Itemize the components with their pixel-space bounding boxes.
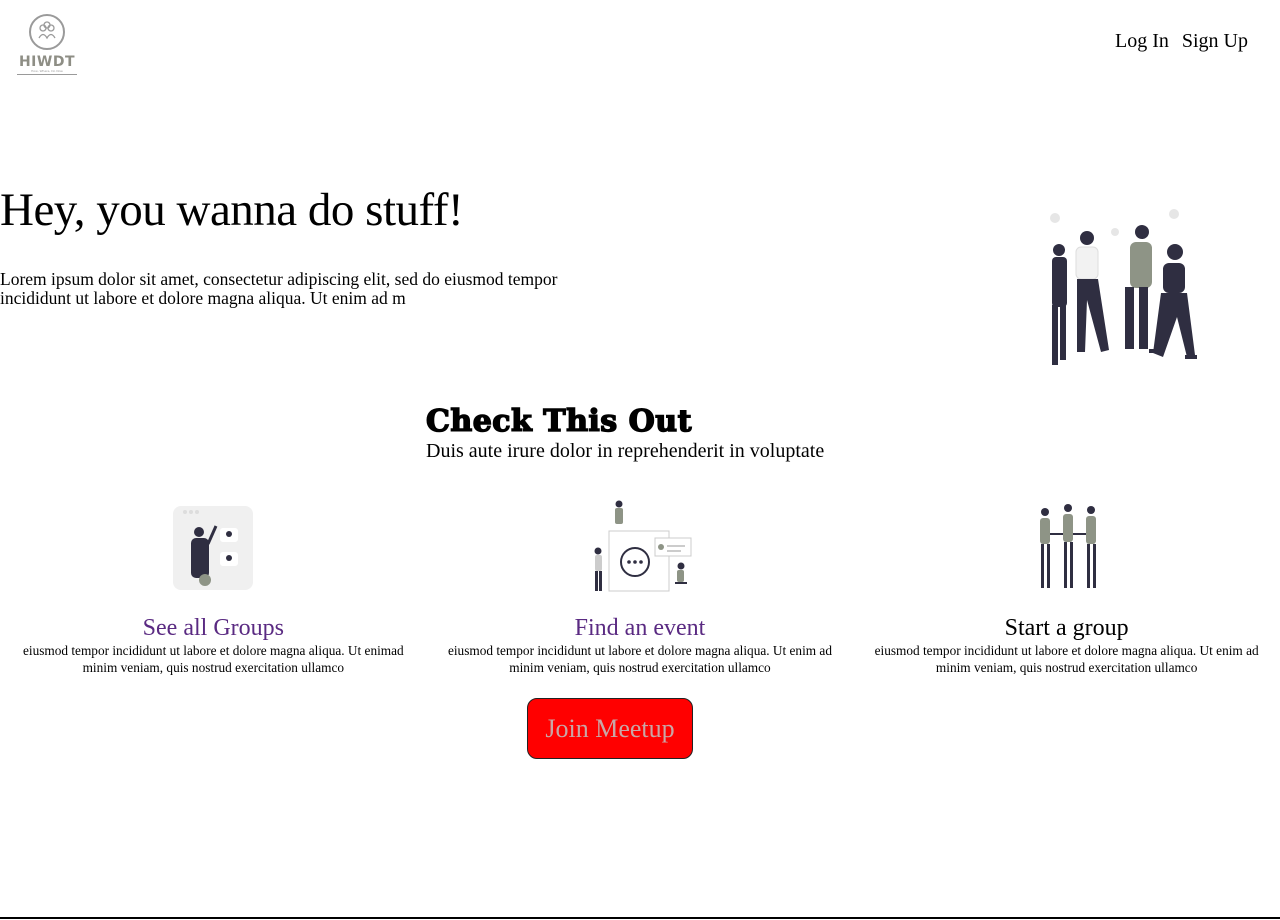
start-group-title[interactable]: Start a group	[1005, 614, 1129, 642]
card-see-groups: See all Groups eiusmod tempor incididunt…	[0, 496, 427, 676]
card-text: eiusmod tempor incididunt ut labore et d…	[874, 643, 1259, 675]
hero-text: Lorem ipsum dolor sit amet, consectetur …	[0, 269, 558, 308]
brand-name: HIWDT	[18, 54, 76, 70]
card-text: eiusmod tempor incididunt ut labore et d…	[447, 643, 832, 675]
card-find-event: Find an event eiusmod tempor incididunt …	[427, 496, 854, 676]
section-title: Check This Out	[425, 403, 692, 440]
find-event-link[interactable]: Find an event	[575, 614, 706, 642]
hero-title: Hey, you wanna do stuff!	[0, 184, 464, 236]
logo-people-icon	[29, 14, 65, 50]
brand-logo[interactable]: HIWDT How, Where, Do Now	[15, 14, 79, 78]
brand-tagline: How, Where, Do Now	[15, 69, 79, 73]
card-text: eiusmod tempor incididunt ut labore et d…	[22, 643, 404, 675]
people-toasting-illustration	[1050, 209, 1197, 365]
top-nav: Log In Sign Up	[1115, 30, 1248, 53]
feature-cards: See all Groups eiusmod tempor incididunt…	[0, 496, 1280, 676]
page-bottom-border	[0, 917, 1280, 919]
card-start-group: Start a group eiusmod tempor incididunt …	[853, 496, 1280, 676]
logo-divider	[17, 74, 77, 75]
chat-event-illustration	[594, 500, 692, 592]
login-link[interactable]: Log In	[1115, 30, 1169, 53]
people-holding-hands-illustration	[1039, 504, 1096, 588]
join-meetup-button[interactable]: Join Meetup	[527, 698, 693, 759]
video-call-group-illustration	[173, 506, 254, 590]
section-subtitle: Duis aute irure dolor in reprehenderit i…	[426, 440, 825, 462]
see-groups-link[interactable]: See all Groups	[143, 614, 284, 642]
signup-link[interactable]: Sign Up	[1182, 30, 1248, 53]
